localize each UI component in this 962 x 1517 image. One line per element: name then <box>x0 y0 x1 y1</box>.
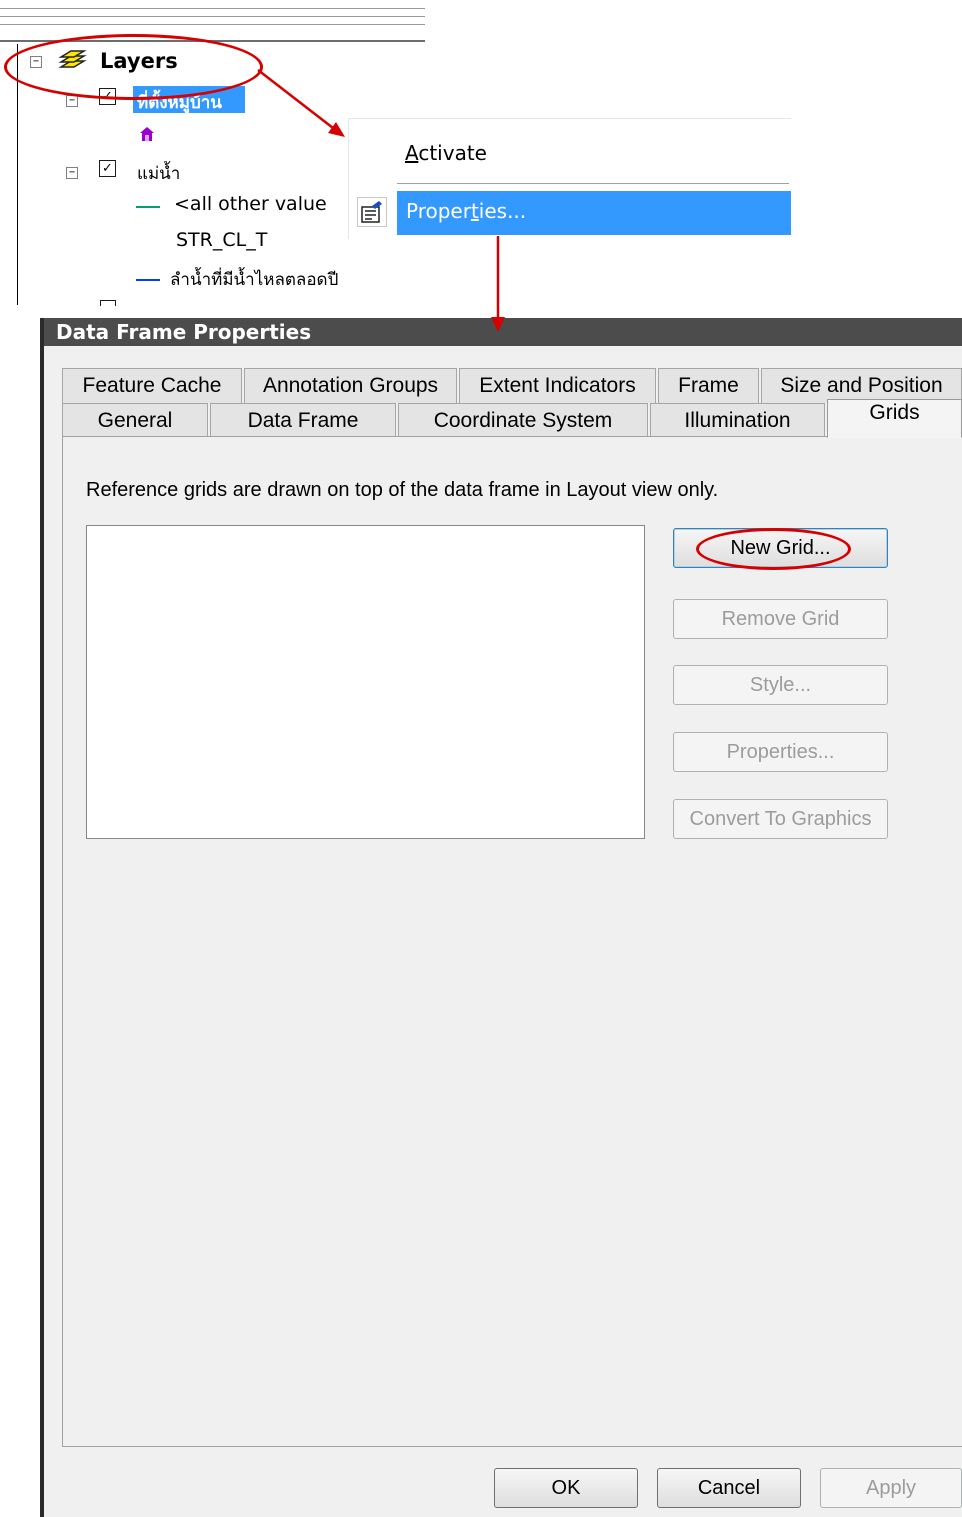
annotation-arrowhead <box>491 317 505 332</box>
tab-grids[interactable]: Grids <box>827 399 962 438</box>
annotation-arrow-line <box>257 69 334 129</box>
annotation-arrows <box>257 69 505 332</box>
annotation-arrowhead <box>328 122 345 137</box>
